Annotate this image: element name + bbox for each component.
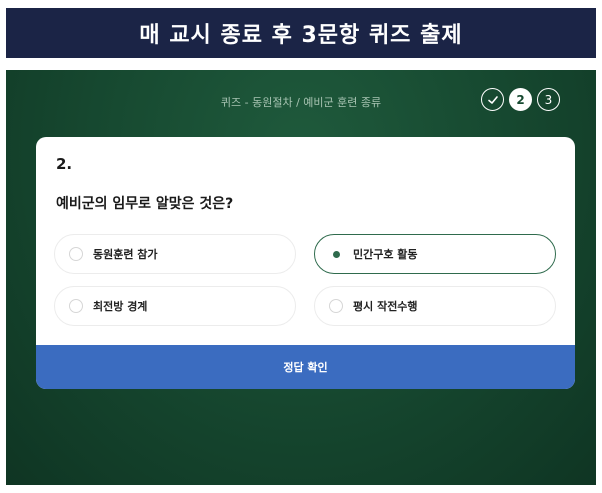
radio-button-selected[interactable] [329,247,343,261]
radio-dot-icon [332,250,340,258]
checkmark-icon [487,95,498,104]
radio-button[interactable] [69,299,83,313]
question-text: 예비군의 임무로 알맞은 것은? [56,196,234,212]
option-label: 민간구호 활동 [353,248,418,261]
submit-answer-button[interactable]: 정답 확인 [36,345,575,389]
step-indicator: 2 3 [481,88,560,111]
option-label: 최전방 경계 [93,300,148,313]
question-card: 2. 예비군의 임무로 알맞은 것은? 동원훈련 참가 민간구호 활동 최전방 … [36,137,575,389]
answer-option-1[interactable]: 동원훈련 참가 [54,234,296,274]
quiz-screen: 퀴즈 - 동원절차 / 예비군 훈련 종류 2 3 2. 예비군의 임무로 알맞… [6,70,596,485]
radio-button[interactable] [329,299,343,313]
banner-title: 매 교시 종료 후 3문항 퀴즈 출제 [139,23,463,48]
answer-option-2[interactable]: 민간구호 활동 [314,234,556,274]
question-number: 2. [56,155,73,173]
answer-option-3[interactable]: 최전방 경계 [54,286,296,326]
step-3-upcoming[interactable]: 3 [537,88,560,111]
radio-button[interactable] [69,247,83,261]
option-label: 평시 작전수행 [353,300,418,313]
answer-option-4[interactable]: 평시 작전수행 [314,286,556,326]
top-banner: 매 교시 종료 후 3문항 퀴즈 출제 [6,8,596,58]
step-1-completed[interactable] [481,88,504,111]
option-label: 동원훈련 참가 [93,248,158,261]
step-2-current[interactable]: 2 [509,88,532,111]
